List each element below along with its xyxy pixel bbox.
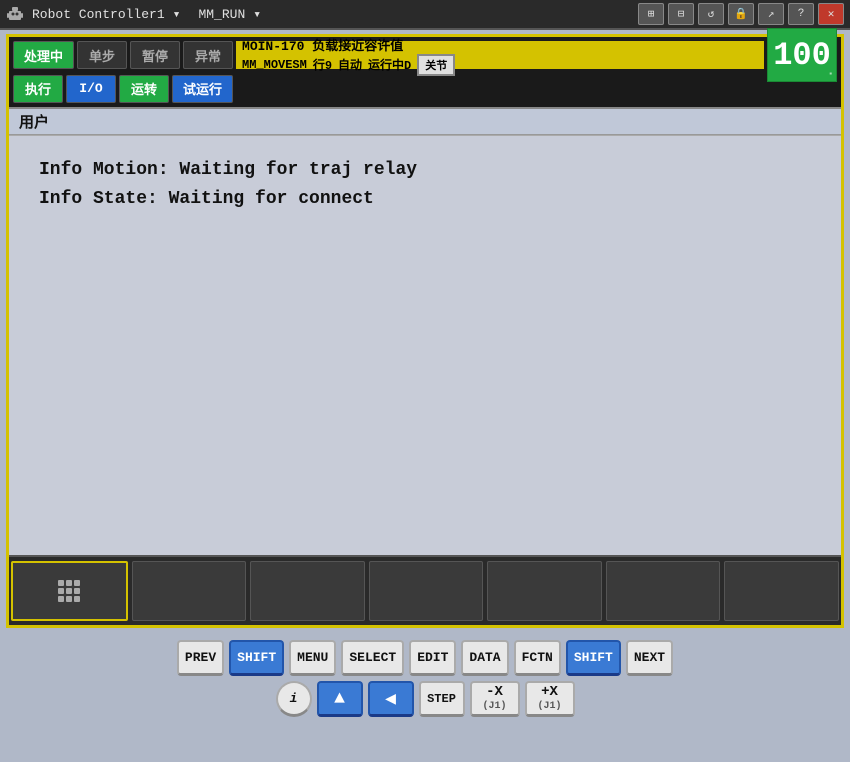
status-processing-btn[interactable]: 处理中 bbox=[13, 41, 74, 69]
status-line: 行9 bbox=[313, 56, 332, 73]
title-mode: MM_RUN bbox=[198, 7, 245, 22]
robot-icon bbox=[6, 5, 24, 23]
status-bar: 处理中 单步 暂停 异常 MOIN-170 负载接近容许值 MM_MOVESM … bbox=[9, 37, 841, 73]
key-fctn[interactable]: FCTN bbox=[514, 640, 561, 676]
status-execute-btn[interactable]: 执行 bbox=[13, 75, 63, 103]
key-data[interactable]: DATA bbox=[461, 640, 508, 676]
key-edit[interactable]: EDIT bbox=[409, 640, 456, 676]
user-label: 用户 bbox=[19, 111, 49, 132]
display-text: Info Motion: Waiting for traj relay Info… bbox=[39, 156, 811, 214]
key-x-plus[interactable]: +X (J1) bbox=[525, 681, 575, 717]
title-lock-btn[interactable]: 🔒 bbox=[728, 3, 754, 25]
title-close-btn[interactable]: ✕ bbox=[818, 3, 844, 25]
display-line2: Info State: Waiting for connect bbox=[39, 189, 374, 209]
toolbar-btn2[interactable] bbox=[132, 561, 247, 621]
keyboard-wrapper: PREV SHIFT MENU SELECT EDIT DATA FCTN SH… bbox=[0, 632, 850, 725]
key-next[interactable]: NEXT bbox=[626, 640, 673, 676]
title-bar: Robot Controller1 ▾ MM_RUN ▾ ⊞ ⊟ ↺ 🔒 ↗ ?… bbox=[0, 0, 850, 30]
status-error-btn[interactable]: 异常 bbox=[183, 41, 233, 69]
toolbar-btn6[interactable] bbox=[606, 561, 721, 621]
grid-icon bbox=[58, 580, 80, 602]
title-mode-dropdown2[interactable]: ▾ bbox=[253, 7, 261, 22]
toolbar-btn5[interactable] bbox=[487, 561, 602, 621]
key-up[interactable]: ▲ bbox=[317, 681, 363, 717]
title-refresh-btn[interactable]: ↺ bbox=[698, 3, 724, 25]
title-calc-btn[interactable]: ⊞ bbox=[638, 3, 664, 25]
key-shift-right[interactable]: SHIFT bbox=[566, 640, 621, 676]
display-line1: Info Motion: Waiting for traj relay bbox=[39, 160, 417, 180]
status-running: 运行中D bbox=[368, 56, 411, 73]
title-arrow-btn[interactable]: ↗ bbox=[758, 3, 784, 25]
status-info-line2: MM_MOVESM 行9 自动 运行中D 关节 bbox=[242, 54, 758, 76]
key-prev[interactable]: PREV bbox=[177, 640, 224, 676]
key-info[interactable]: i bbox=[276, 681, 312, 717]
main-frame: 处理中 单步 暂停 异常 MOIN-170 负载接近容许值 MM_MOVESM … bbox=[6, 34, 844, 628]
display-area: Info Motion: Waiting for traj relay Info… bbox=[9, 135, 841, 555]
guanjie-button[interactable]: 关节 bbox=[417, 54, 455, 76]
toolbar-btn3[interactable] bbox=[250, 561, 365, 621]
title-left: Robot Controller1 ▾ MM_RUN ▾ bbox=[6, 5, 261, 23]
status-pause-btn[interactable]: 暂停 bbox=[130, 41, 180, 69]
user-bar: 用户 bbox=[9, 107, 841, 135]
title-grid-btn[interactable]: ⊟ bbox=[668, 3, 694, 25]
key-menu[interactable]: MENU bbox=[289, 640, 336, 676]
title-name: Robot Controller1 bbox=[32, 7, 165, 22]
keyboard-center: PREV SHIFT MENU SELECT EDIT DATA FCTN SH… bbox=[177, 632, 673, 721]
status-bar2: 执行 I/O 运转 试运行 bbox=[9, 73, 841, 107]
status-info: MOIN-170 负载接近容许值 MM_MOVESM 行9 自动 运行中D 关节 bbox=[236, 41, 764, 69]
key-step[interactable]: STEP bbox=[419, 681, 465, 717]
key-x-minus[interactable]: -X (J1) bbox=[470, 681, 520, 717]
toolbar-grid-btn[interactable] bbox=[11, 561, 128, 621]
keyboard-row1: PREV SHIFT MENU SELECT EDIT DATA FCTN SH… bbox=[177, 640, 673, 676]
status-movesm: MM_MOVESM bbox=[242, 58, 307, 72]
status-info-line1: MOIN-170 负载接近容许值 bbox=[242, 35, 758, 54]
toolbar-btn4[interactable] bbox=[369, 561, 484, 621]
keyboard-row2: i ▲ ◀ STEP -X (J1) +X (J1) bbox=[276, 681, 575, 717]
title-right: ⊞ ⊟ ↺ 🔒 ↗ ? ✕ bbox=[638, 3, 844, 25]
status-step-btn[interactable]: 单步 bbox=[77, 41, 127, 69]
key-shift-left[interactable]: SHIFT bbox=[229, 640, 284, 676]
status-trial-btn[interactable]: 试运行 bbox=[172, 75, 233, 103]
status-io-btn[interactable]: I/O bbox=[66, 75, 116, 103]
title-mode-dropdown[interactable]: ▾ bbox=[173, 7, 181, 22]
toolbar-btn7[interactable] bbox=[724, 561, 839, 621]
key-select[interactable]: SELECT bbox=[341, 640, 404, 676]
bottom-toolbar bbox=[9, 555, 841, 625]
status-auto: 自动 bbox=[338, 56, 362, 73]
title-help-btn[interactable]: ? bbox=[788, 3, 814, 25]
key-left[interactable]: ◀ bbox=[368, 681, 414, 717]
score-box: 100 bbox=[767, 28, 837, 82]
status-run-btn[interactable]: 运转 bbox=[119, 75, 169, 103]
